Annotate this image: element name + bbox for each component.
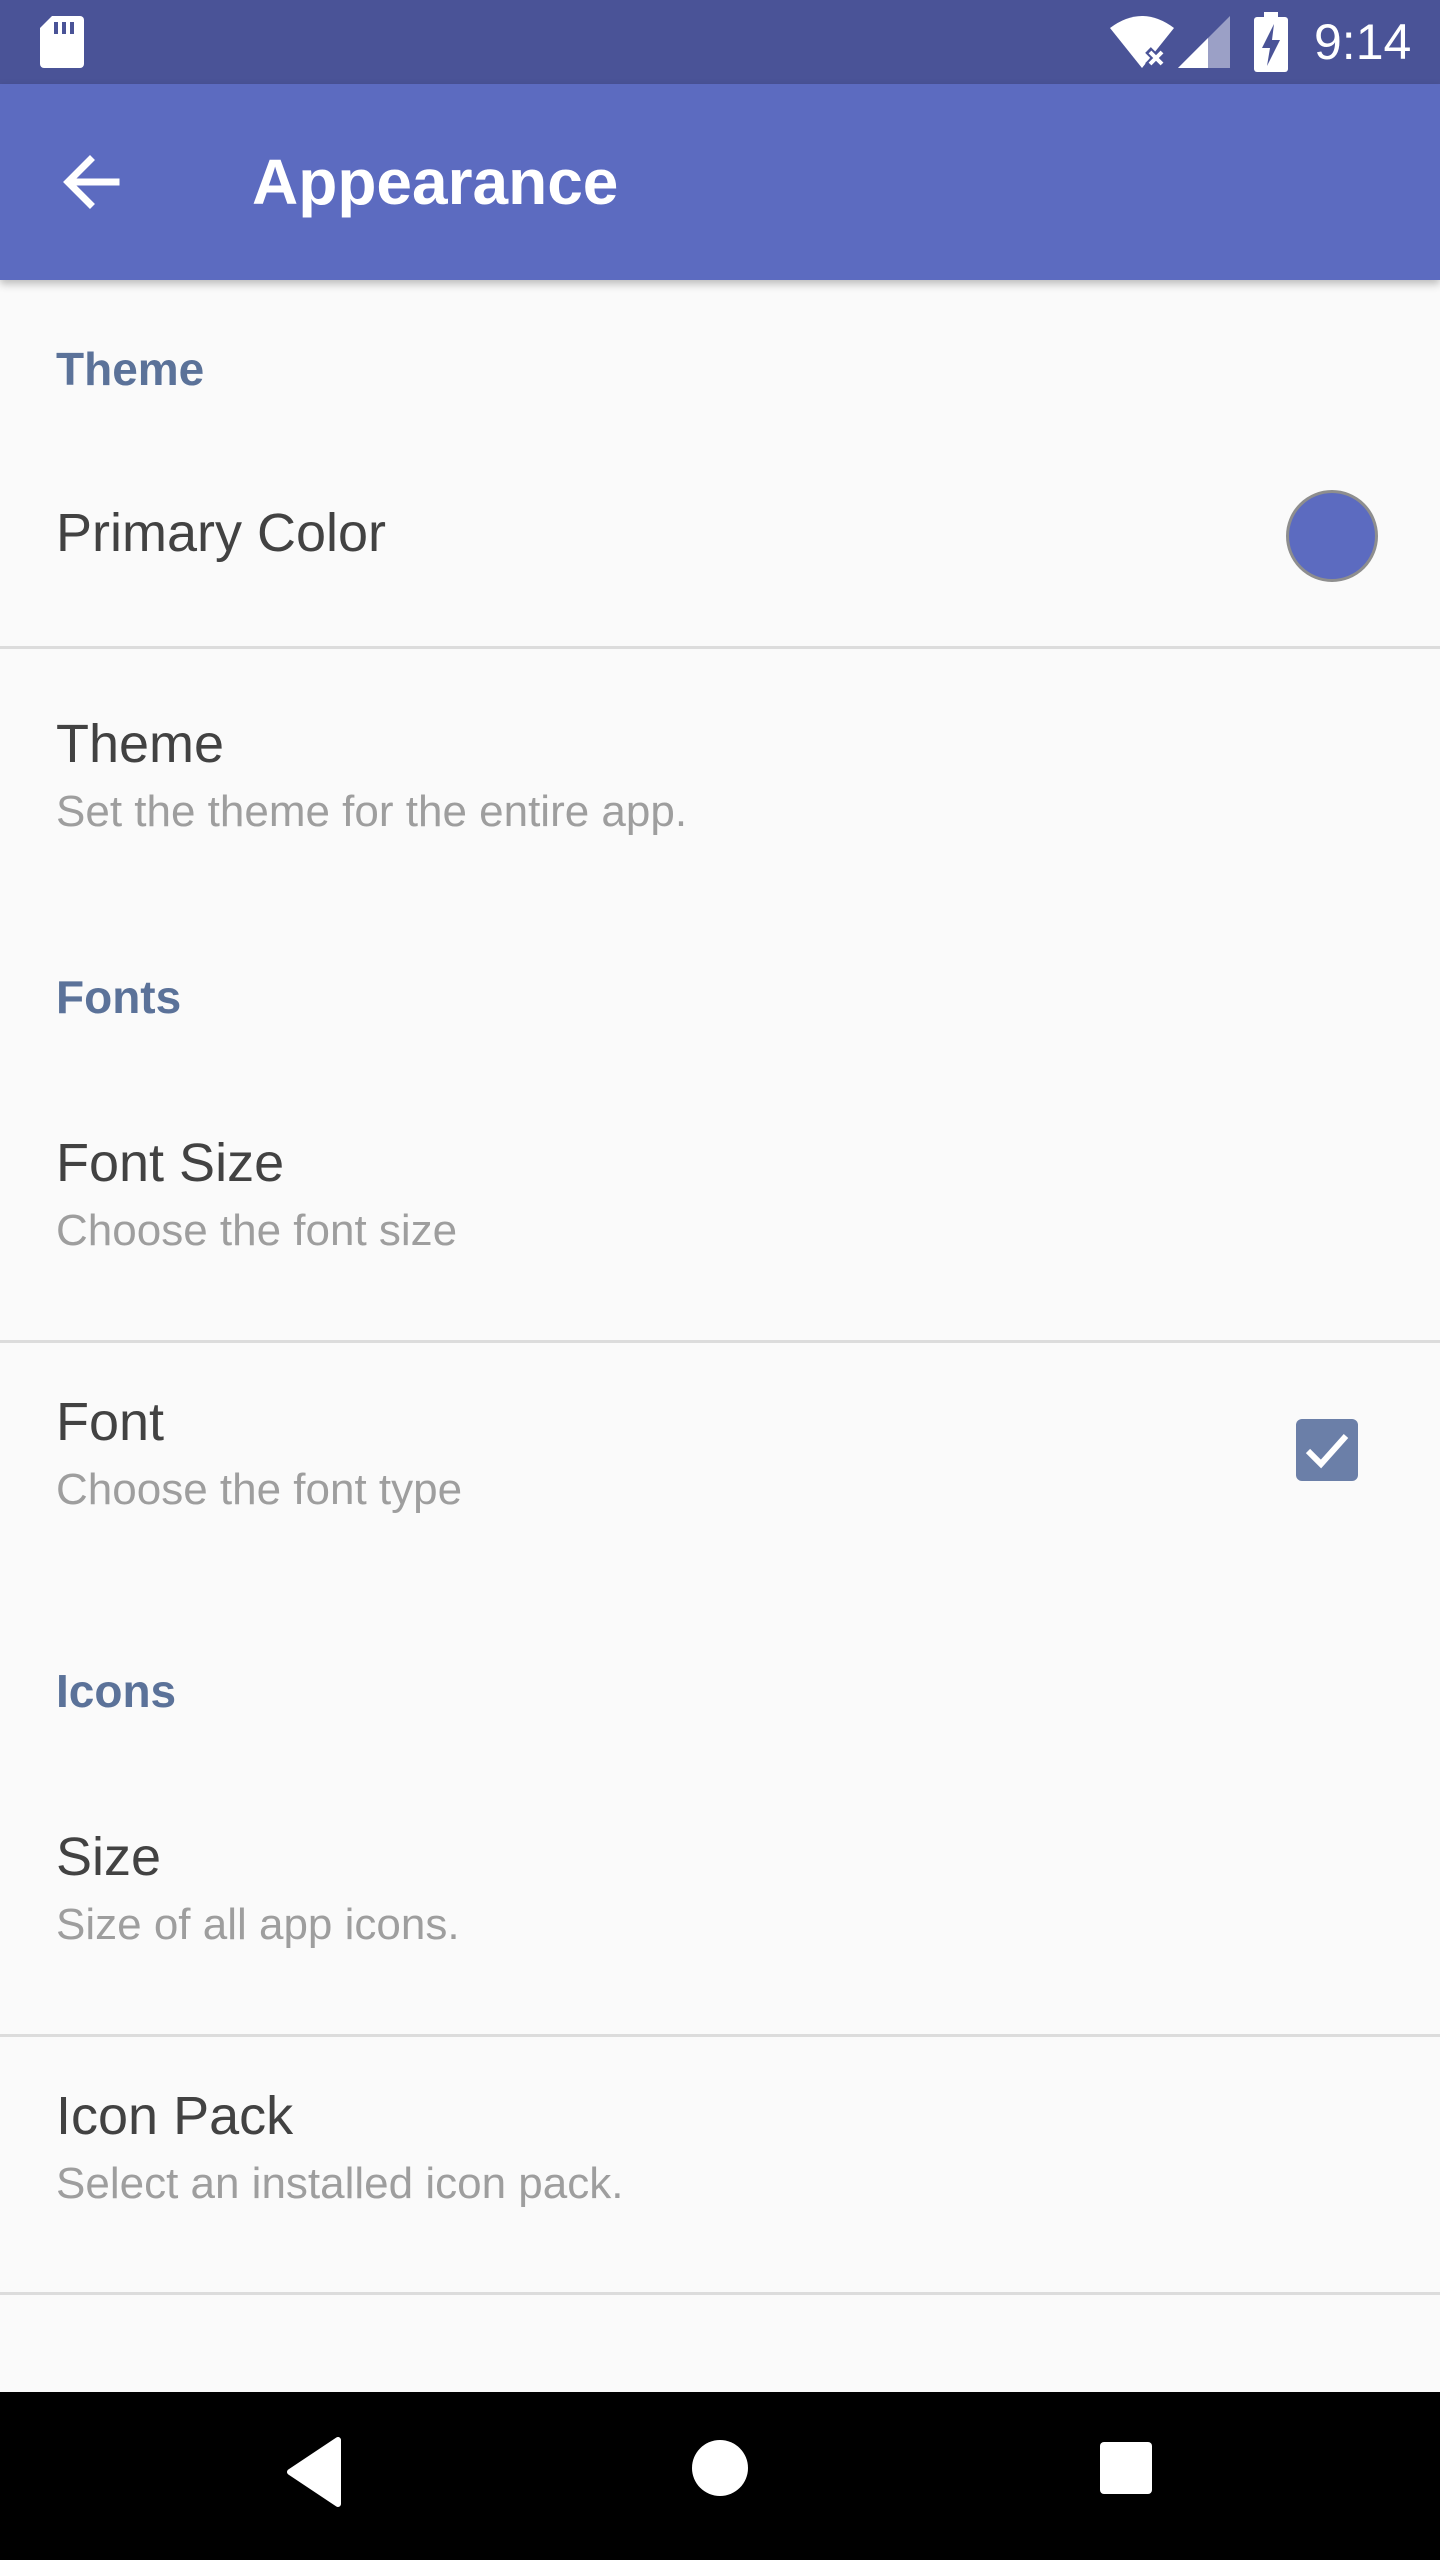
pref-title: Icon Pack: [56, 2086, 294, 2146]
pref-primary-color[interactable]: Primary Color: [0, 448, 1440, 626]
pref-summary: Choose the font size: [56, 1206, 458, 1255]
category-header-icons: Icons: [56, 1665, 177, 1717]
pref-title: Primary Color: [56, 503, 387, 563]
pref-summary: Size of all app icons.: [56, 1900, 460, 1949]
pref-summary: Choose the font type: [56, 1465, 463, 1514]
primary-color-swatch[interactable]: [1286, 490, 1378, 582]
category-header-fonts: Fonts: [56, 971, 182, 1023]
system-nav-bar: [0, 2392, 1440, 2560]
pref-theme[interactable]: Theme Set the theme for the entire app.: [0, 649, 1440, 879]
signal-icon: [1178, 16, 1230, 68]
app-bar: Appearance: [0, 84, 1440, 280]
status-clock: 9:14: [1314, 14, 1412, 70]
nav-home-icon[interactable]: [692, 2440, 748, 2496]
pref-icon-size[interactable]: Size Size of all app icons.: [0, 1774, 1440, 2014]
pref-summary: Set the theme for the entire app.: [56, 787, 688, 836]
pref-icon-pack[interactable]: Icon Pack Select an installed icon pack.: [0, 2037, 1440, 2277]
pref-summary: Select an installed icon pack.: [56, 2159, 624, 2208]
nav-recents-icon[interactable]: [1100, 2442, 1152, 2494]
status-bar: 9:14: [0, 0, 1440, 84]
font-checkbox[interactable]: [1296, 1419, 1358, 1481]
divider: [0, 2292, 1440, 2295]
pref-title: Font Size: [56, 1133, 285, 1193]
wifi-icon: [1110, 16, 1174, 69]
pref-title: Size: [56, 1827, 162, 1887]
pref-font[interactable]: Font Choose the font type: [0, 1343, 1440, 1583]
checkmark-icon: [1305, 1434, 1349, 1469]
pref-title: Font: [56, 1392, 165, 1452]
battery-charging-icon: [1254, 12, 1288, 72]
page-title: Appearance: [252, 146, 619, 218]
pref-title: Theme: [56, 714, 225, 774]
arrow-back-icon[interactable]: [56, 146, 128, 218]
sd-card-icon: [40, 16, 84, 68]
pref-font-size[interactable]: Font Size Choose the font size: [0, 1080, 1440, 1320]
nav-back-icon[interactable]: [286, 2436, 342, 2508]
category-header-theme: Theme: [56, 343, 205, 395]
